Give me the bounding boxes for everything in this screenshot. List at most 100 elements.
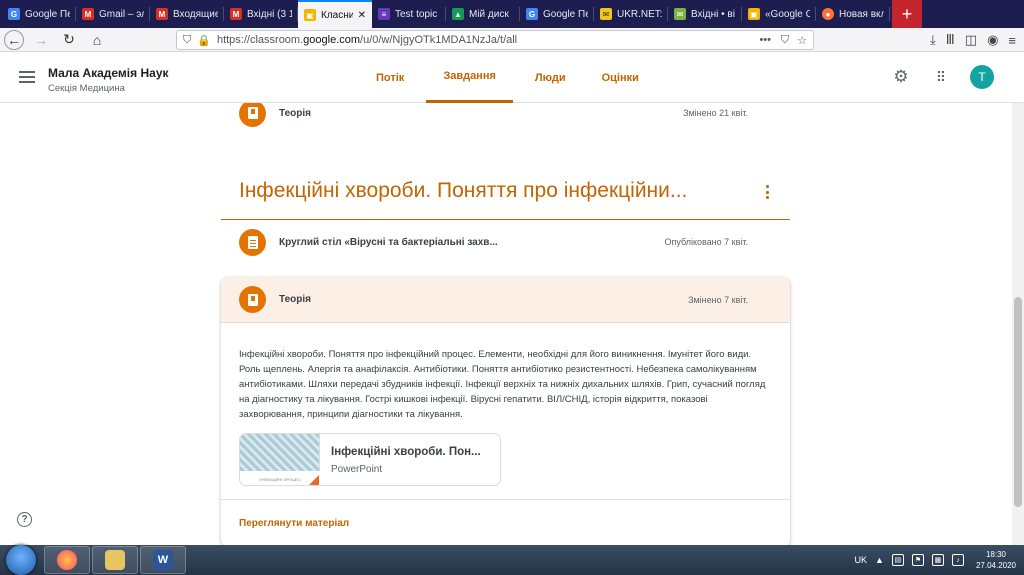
settings-gear-icon[interactable]: ⚙ bbox=[890, 66, 912, 88]
network-icon[interactable]: ▦ bbox=[931, 554, 944, 566]
sidebar-icon[interactable]: ◫ bbox=[965, 32, 977, 48]
lock-icon: 🔒 bbox=[197, 34, 211, 47]
attachment-card[interactable]: ІНФЕКЦІЙНІ ПРОЦЕС Інфекційні хвороби. По… bbox=[239, 433, 501, 486]
card-title: Теорія bbox=[279, 294, 312, 305]
list-item[interactable]: Теорія Змінено 21 квіт. bbox=[221, 103, 790, 133]
mail-icon: ✉ bbox=[674, 8, 686, 20]
menu-icon[interactable]: ≡ bbox=[1008, 33, 1016, 48]
home-icon: ⌂ bbox=[92, 31, 102, 48]
browser-tab[interactable]: M Входящие bbox=[150, 0, 224, 28]
back-button[interactable]: ← bbox=[4, 29, 24, 50]
tab-stream[interactable]: Потік bbox=[362, 52, 418, 103]
material-card: Теорія Змінено 7 квіт. Інфекційні хвороб… bbox=[221, 277, 790, 545]
classroom-icon: ▣ bbox=[304, 9, 316, 21]
account-icon[interactable]: ◉ bbox=[987, 32, 998, 48]
download-icon[interactable]: ⤓ bbox=[930, 32, 936, 48]
word-icon: W bbox=[153, 550, 173, 570]
header-actions: ⚙ ⠿ T bbox=[890, 65, 994, 89]
taskbar-word[interactable]: W bbox=[140, 546, 186, 574]
browser-tab[interactable]: ✉ Вхідні • ві bbox=[668, 0, 742, 28]
card-date: Змінено 7 квіт. bbox=[688, 294, 748, 305]
attachment-thumbnail: ІНФЕКЦІЙНІ ПРОЦЕС bbox=[240, 434, 320, 485]
browser-tab[interactable]: M Gmail – эл bbox=[76, 0, 150, 28]
item-title: Теорія bbox=[279, 107, 312, 119]
url-path: /u/0/w/NjgyOTk1MDA1NzJa/t/all bbox=[360, 34, 518, 46]
forward-button[interactable]: → bbox=[30, 29, 52, 51]
view-material-link[interactable]: Переглянути матеріал bbox=[239, 518, 349, 529]
attachment-info: Інфекційні хвороби. Пон... PowerPoint bbox=[320, 434, 491, 485]
folder-icon bbox=[105, 550, 125, 570]
bookmark-star-icon[interactable]: ☆ bbox=[797, 34, 807, 47]
classwork-content: Теорія Змінено 21 квіт. Інфекційні хворо… bbox=[0, 103, 1012, 545]
list-item[interactable]: Круглий стіл «Вірусні та бактеріальні за… bbox=[221, 222, 790, 262]
ukrnet-icon: ✉ bbox=[600, 8, 612, 20]
item-date: Опубліковано 7 квіт. bbox=[664, 237, 748, 247]
tab-classwork[interactable]: Завдання bbox=[426, 52, 513, 103]
pocket-icon[interactable]: ⛉ bbox=[781, 34, 789, 47]
browser-tab-active[interactable]: ▣ Класни ✕ bbox=[298, 0, 372, 28]
browser-tab-strip: G Google Пе M Gmail – эл M Входящие M Вхідні… bbox=[0, 0, 1024, 28]
gmail-icon: M bbox=[230, 8, 242, 20]
url-text: https://classroom.google.com/u/0/w/NjgyO… bbox=[217, 34, 517, 46]
browser-toolbar: ← → ↻ ⌂ ⛉ 🔒 https://classroom.google.com… bbox=[0, 28, 1024, 52]
google-docs-icon: G bbox=[8, 8, 20, 20]
google-docs-icon: ▣ bbox=[748, 8, 760, 20]
google-docs-icon: G bbox=[526, 8, 538, 20]
printer-icon[interactable]: ▤ bbox=[891, 554, 904, 566]
browser-tab[interactable]: G Google Пе bbox=[520, 0, 594, 28]
browser-tab[interactable]: M Вхідні (3 1 bbox=[224, 0, 298, 28]
more-vert-icon[interactable] bbox=[766, 185, 770, 199]
class-section: Секція Медицина bbox=[48, 83, 125, 94]
reload-button[interactable]: ↻ bbox=[58, 29, 80, 51]
scrollbar-thumb[interactable] bbox=[1014, 297, 1022, 507]
page-scrollbar[interactable] bbox=[1012, 103, 1024, 545]
shield-icon: ⛉ bbox=[183, 33, 192, 46]
tray-arrow-icon[interactable]: ▲ bbox=[875, 555, 884, 565]
flag-icon[interactable]: ⚑ bbox=[911, 554, 924, 566]
taskbar-firefox[interactable] bbox=[44, 546, 90, 574]
system-tray: UK ▲ ▤ ⚑ ▦ ♪ 18:30 27.04.2020 bbox=[855, 545, 1024, 575]
volume-icon[interactable]: ♪ bbox=[951, 554, 964, 566]
topic-divider bbox=[221, 219, 790, 220]
class-tabs: Потік Завдання Люди Оцінки bbox=[362, 52, 653, 103]
url-bar[interactable]: ⛉ 🔒 https://classroom.google.com/u/0/w/N… bbox=[176, 30, 814, 50]
app-header: Мала Академія Наук Секція Медицина Потік… bbox=[0, 52, 1024, 103]
browser-tab[interactable]: G Google Пе bbox=[2, 0, 76, 28]
new-tab-button[interactable]: + bbox=[892, 0, 922, 28]
avatar[interactable]: T bbox=[970, 65, 994, 89]
card-header[interactable]: Теорія Змінено 7 квіт. bbox=[221, 277, 790, 323]
topic-title[interactable]: Інфекційні хвороби. Поняття про інфекцій… bbox=[239, 179, 687, 203]
browser-tab[interactable]: ▲ Мій диск bbox=[446, 0, 520, 28]
card-footer: Переглянути матеріал bbox=[221, 499, 790, 545]
main-menu-icon[interactable] bbox=[19, 71, 35, 83]
attachment-type: PowerPoint bbox=[331, 464, 383, 475]
clock[interactable]: 18:30 27.04.2020 bbox=[976, 549, 1016, 571]
apps-grid-icon[interactable]: ⠿ bbox=[930, 66, 952, 88]
home-button[interactable]: ⌂ bbox=[86, 29, 108, 51]
close-tab-icon[interactable]: ✕ bbox=[358, 10, 366, 21]
arrow-right-icon: → bbox=[34, 31, 48, 48]
start-button[interactable] bbox=[6, 545, 36, 575]
tab-people[interactable]: Люди bbox=[521, 52, 580, 103]
library-icon[interactable]: Ⅲ bbox=[946, 32, 955, 48]
item-date: Змінено 21 квіт. bbox=[683, 108, 748, 118]
firefox-icon: ● bbox=[822, 8, 834, 20]
language-indicator[interactable]: UK bbox=[855, 555, 868, 565]
clock-time: 18:30 bbox=[985, 550, 1006, 559]
browser-tab[interactable]: ▣ «Google С bbox=[742, 0, 816, 28]
gmail-icon: M bbox=[156, 8, 168, 20]
browser-tab[interactable]: ≡ Test topic bbox=[372, 0, 446, 28]
taskbar-explorer[interactable] bbox=[92, 546, 138, 574]
help-icon[interactable]: ? bbox=[17, 512, 32, 527]
material-icon bbox=[239, 286, 266, 313]
url-domain: google.com bbox=[303, 34, 361, 46]
browser-tab[interactable]: ● Новая вкл bbox=[816, 0, 890, 28]
browser-tab[interactable]: ✉ UKR.NET: bbox=[594, 0, 668, 28]
tab-grades[interactable]: Оцінки bbox=[588, 52, 653, 103]
item-title: Круглий стіл «Вірусні та бактеріальні за… bbox=[279, 236, 498, 248]
assignment-icon bbox=[239, 228, 266, 256]
class-name[interactable]: Мала Академія Наук bbox=[48, 66, 169, 80]
os-taskbar: W UK ▲ ▤ ⚑ ▦ ♪ 18:30 27.04.2020 bbox=[0, 545, 1024, 575]
more-dots-icon[interactable]: ••• bbox=[759, 34, 771, 46]
reload-icon: ↻ bbox=[63, 31, 75, 47]
